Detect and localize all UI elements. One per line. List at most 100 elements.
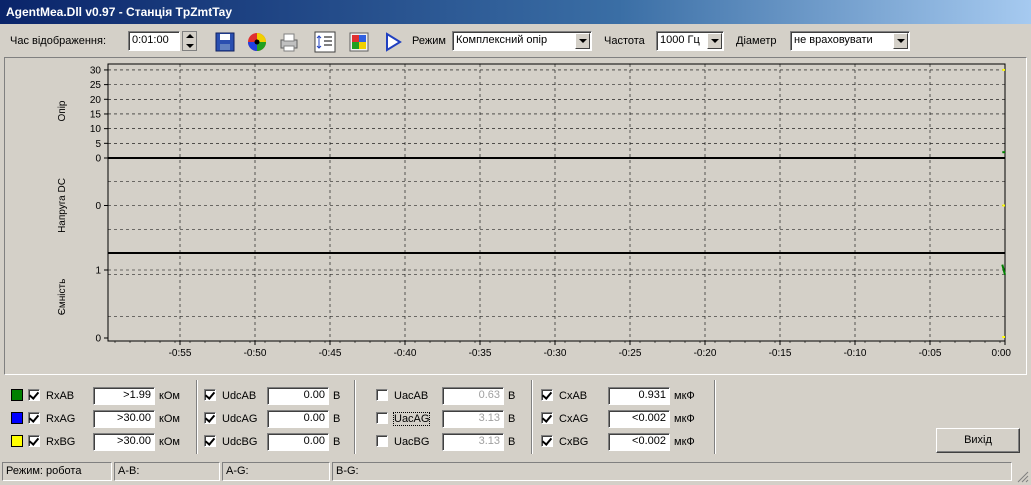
measurement-panel: RxAB >1.99 кОм RxAG >30.00 кОм RxBG >30.00 кОм U…: [4, 380, 1027, 458]
series-checkbox[interactable]: [28, 389, 40, 401]
series-checkbox[interactable]: [28, 435, 40, 447]
chevron-down-icon[interactable]: [575, 33, 590, 49]
x-tick-label: -0:35: [469, 348, 492, 359]
y-tick-label: 30: [90, 65, 102, 76]
unit-label: мкФ: [674, 436, 695, 448]
series-label: UacBG: [394, 436, 430, 448]
measurement-value: >30.00: [93, 410, 155, 428]
measurement-value: >1.99: [93, 387, 155, 405]
y-tick-label: 5: [95, 139, 101, 150]
measurement-value: 0.00: [267, 387, 329, 405]
status-ab: А-В:: [114, 462, 220, 481]
unit-label: кОм: [159, 436, 180, 448]
print-icon[interactable]: [278, 31, 300, 53]
series-color-swatch: [11, 412, 23, 424]
y-tick-label: 0: [95, 334, 101, 345]
chevron-down-icon[interactable]: [707, 33, 722, 49]
series-checkbox[interactable]: [541, 412, 553, 424]
series-checkbox[interactable]: [204, 435, 216, 447]
unit-label: В: [508, 436, 516, 448]
series-label: CxAB: [559, 390, 588, 402]
series-checkbox[interactable]: [541, 435, 553, 447]
series-label: CxAG: [559, 413, 589, 425]
x-tick-label: -0:10: [844, 348, 867, 359]
series-checkbox[interactable]: [204, 412, 216, 424]
x-tick-label: -0:20: [694, 348, 717, 359]
mode-select-value: Комплексний опір: [456, 34, 548, 46]
diameter-select[interactable]: не враховувати: [790, 31, 910, 51]
series-checkbox[interactable]: [376, 435, 388, 447]
color-wheel-icon[interactable]: [246, 31, 268, 53]
series-checkbox[interactable]: [376, 389, 388, 401]
display-time-spinner[interactable]: [182, 31, 197, 51]
unit-label: В: [333, 413, 341, 425]
x-tick-label: -0:55: [169, 348, 192, 359]
series-label: RxAG: [46, 413, 76, 425]
y-axis-label: Напруга DC: [57, 178, 68, 233]
measurement-value: <0.002: [608, 433, 670, 451]
unit-label: мкФ: [674, 390, 695, 402]
x-tick-label: -0:30: [544, 348, 567, 359]
series-color-swatch: [11, 435, 23, 447]
x-tick-label: -0:50: [244, 348, 267, 359]
y-axis-label: Ємність: [57, 279, 68, 316]
series-checkbox[interactable]: [376, 412, 388, 424]
y-tick-label: 0: [95, 154, 101, 165]
x-tick-label: -0:45: [319, 348, 342, 359]
toolbar: Час відображення: 0:01:00 Режим Комплекс…: [0, 28, 1031, 56]
measurement-value: 0.00: [267, 433, 329, 451]
y-tick-label: 20: [90, 95, 102, 106]
frequency-select-value: 1000 Гц: [660, 34, 700, 46]
unit-label: В: [508, 390, 516, 402]
resize-grip-icon[interactable]: [1015, 469, 1029, 483]
y-tick-label: 15: [90, 109, 102, 120]
window-title: AgentMea.Dll v0.97 - Станція TpZmtTay: [0, 0, 1031, 24]
list-settings-icon[interactable]: [314, 31, 336, 53]
x-tick-label: 0:00: [992, 348, 1012, 359]
series-checkbox[interactable]: [204, 389, 216, 401]
status-ag: А-G:: [222, 462, 330, 481]
mode-label: Режим: [412, 35, 446, 47]
status-mode: Режим: робота: [2, 462, 112, 481]
frequency-label: Частота: [604, 35, 645, 47]
unit-label: мкФ: [674, 413, 695, 425]
unit-label: кОм: [159, 413, 180, 425]
measurement-value: 0.931: [608, 387, 670, 405]
status-bar: Режим: робота А-В: А-G: В-G:: [0, 460, 1031, 485]
y-tick-label: 1: [95, 266, 101, 277]
save-icon[interactable]: [214, 31, 236, 53]
measurement-chart[interactable]: -0:55 -0:50 -0:45 -0:40 -0:35 -0:30 -0:25 -0:20…: [4, 57, 1027, 375]
measurement-value: 0.63: [442, 387, 504, 405]
series-label: UdcBG: [222, 436, 258, 448]
y-axis-label: Опір: [57, 100, 68, 121]
chart-canvas: -0:55 -0:50 -0:45 -0:40 -0:35 -0:30 -0:25 -0:20…: [57, 63, 1012, 359]
series-label: CxBG: [559, 436, 589, 448]
measurement-value: 0.00: [267, 410, 329, 428]
divider: [531, 380, 533, 454]
series-label: UdcAB: [222, 390, 257, 402]
palette-icon[interactable]: [348, 31, 370, 53]
status-bg: В-G:: [332, 462, 1012, 481]
unit-label: В: [508, 413, 516, 425]
series-checkbox[interactable]: [28, 412, 40, 424]
series-checkbox[interactable]: [541, 389, 553, 401]
play-icon[interactable]: [382, 31, 404, 53]
series-label: UacAB: [394, 390, 429, 402]
measurement-value: >30.00: [93, 433, 155, 451]
series-label: UacAG: [392, 412, 431, 426]
measurement-value: 3.13: [442, 433, 504, 451]
display-time-label: Час відображення:: [10, 35, 107, 47]
series-label: RxBG: [46, 436, 76, 448]
divider: [196, 380, 198, 454]
display-time-input[interactable]: 0:01:00: [128, 31, 180, 51]
plot-area: [107, 63, 1006, 342]
frequency-select[interactable]: 1000 Гц: [656, 31, 724, 51]
y-tick-label: 0: [95, 201, 101, 212]
series-label: UdcAG: [222, 413, 258, 425]
unit-label: кОм: [159, 390, 180, 402]
divider: [714, 380, 716, 454]
y-tick-label: 25: [90, 80, 102, 91]
mode-select[interactable]: Комплексний опір: [452, 31, 592, 51]
chevron-down-icon[interactable]: [893, 33, 908, 49]
exit-button[interactable]: Вихід: [936, 428, 1020, 453]
